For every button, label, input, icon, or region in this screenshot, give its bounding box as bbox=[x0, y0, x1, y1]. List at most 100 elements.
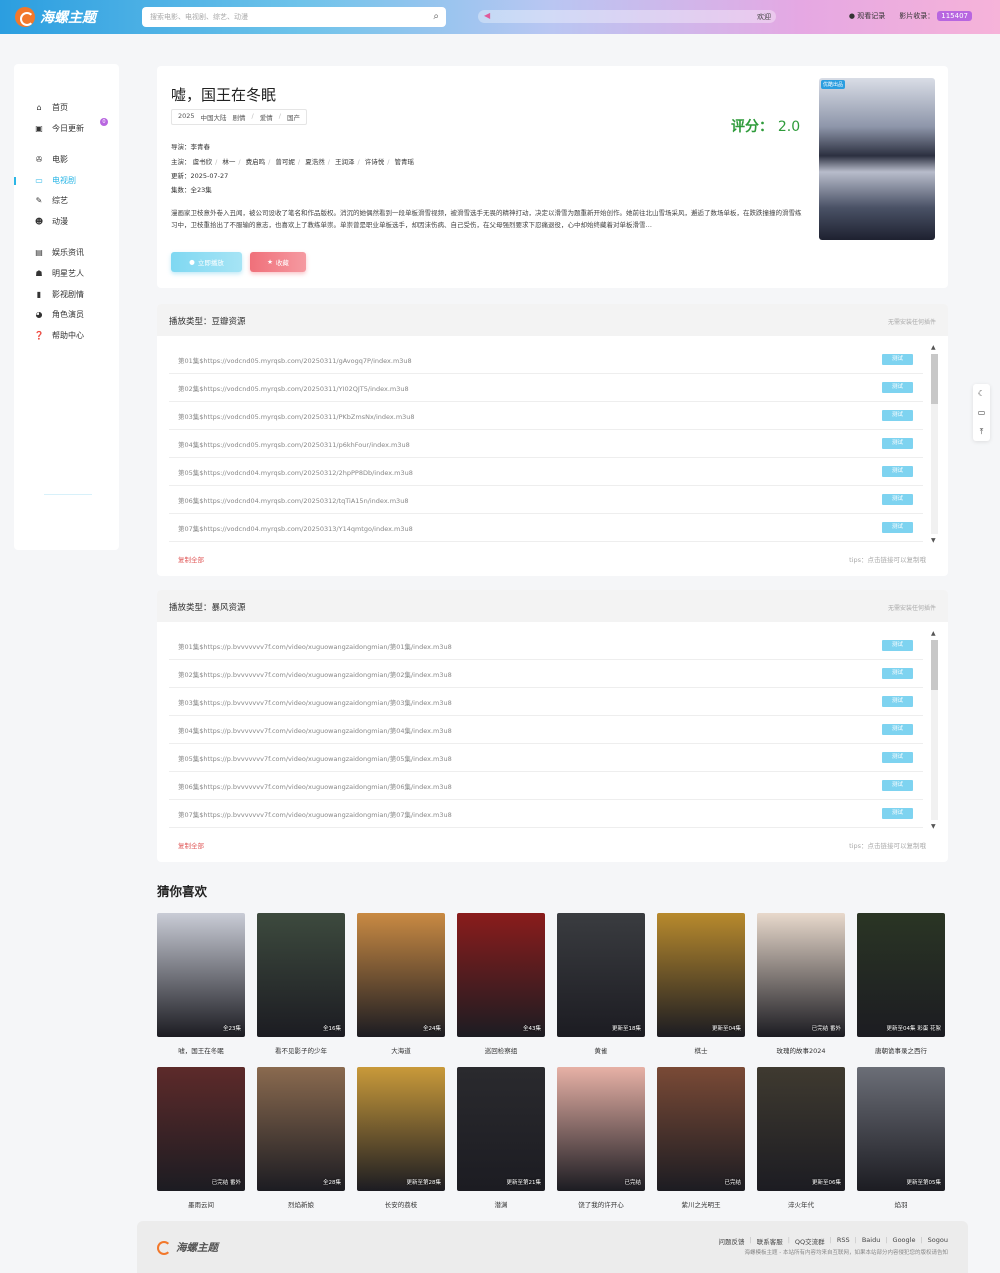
movie-title[interactable]: 墨雨云间 bbox=[157, 1199, 245, 1209]
sidebar-item-movie[interactable]: ✇ 电影 bbox=[34, 154, 68, 165]
episode-row[interactable]: 第02集$https://p.bvvvvvvv7f.com/video/xugu… bbox=[169, 660, 923, 688]
test-button[interactable]: 测试 bbox=[882, 438, 913, 449]
episode-link[interactable]: 第07集$https://vodcnd04.myrqsb.com/2025031… bbox=[178, 523, 413, 533]
test-button[interactable]: 测试 bbox=[882, 752, 913, 763]
tag-genre[interactable]: 剧情 bbox=[233, 112, 246, 122]
sidebar-item-plot[interactable]: ▮ 影视剧情 bbox=[34, 289, 84, 300]
movie-card[interactable]: 已完结 番外玫瑰的故事2024 bbox=[757, 913, 845, 1055]
cast-member[interactable]: 管青瑶 bbox=[395, 158, 415, 166]
movie-title[interactable]: 饶了我的许开心 bbox=[557, 1199, 645, 1209]
movie-title[interactable]: 巡回检察组 bbox=[457, 1045, 545, 1055]
tag-area[interactable]: 中国大陆 bbox=[201, 112, 227, 122]
movie-card[interactable]: 已完结 紫川之光明王 bbox=[657, 1067, 745, 1209]
movie-title[interactable]: 淬火年代 bbox=[757, 1199, 845, 1209]
movie-title[interactable]: 大海道 bbox=[357, 1045, 445, 1055]
episode-link[interactable]: 第01集$https://vodcnd05.myrqsb.com/2025031… bbox=[178, 355, 412, 365]
episode-link[interactable]: 第06集$https://vodcnd04.myrqsb.com/2025031… bbox=[178, 495, 408, 505]
cast-member[interactable]: 虞书欣 bbox=[193, 158, 213, 166]
movie-poster[interactable]: 已完结 bbox=[657, 1067, 745, 1191]
footer-link[interactable]: Sogou bbox=[928, 1236, 948, 1246]
episode-row[interactable]: 第05集$https://vodcnd04.myrqsb.com/2025031… bbox=[169, 458, 923, 486]
play-button[interactable]: ● 立即播放 bbox=[171, 252, 242, 272]
footer-link[interactable]: RSS bbox=[837, 1236, 850, 1246]
episode-link[interactable]: 第02集$https://vodcnd05.myrqsb.com/2025031… bbox=[178, 383, 409, 393]
cast-member[interactable]: 许诗悦 bbox=[365, 158, 385, 166]
movie-card[interactable]: 更新至04集 棋士 bbox=[657, 913, 745, 1055]
cast-member[interactable]: 林一 bbox=[222, 158, 235, 166]
movie-title[interactable]: 烈焰新娘 bbox=[257, 1199, 345, 1209]
movie-card[interactable]: 更新至第21集 潜渊 bbox=[457, 1067, 545, 1209]
history-link[interactable]: ● 观看记录 bbox=[849, 11, 885, 21]
sidebar-item-home[interactable]: ⌂ 首页 bbox=[34, 102, 68, 113]
movie-card[interactable]: 全23集嘘，国王在冬眠 bbox=[157, 913, 245, 1055]
cast-member[interactable]: 夏浩然 bbox=[305, 158, 325, 166]
test-button[interactable]: 测试 bbox=[882, 724, 913, 735]
movie-card[interactable]: 更新至18集 黄雀 bbox=[557, 913, 645, 1055]
test-button[interactable]: 测试 bbox=[882, 382, 913, 393]
episode-row[interactable]: 第03集$https://vodcnd05.myrqsb.com/2025031… bbox=[169, 402, 923, 430]
movie-title[interactable]: 长安的荔枝 bbox=[357, 1199, 445, 1209]
test-button[interactable]: 测试 bbox=[882, 668, 913, 679]
footer-link[interactable]: Baidu bbox=[862, 1236, 881, 1246]
test-button[interactable]: 测试 bbox=[882, 410, 913, 421]
movie-title[interactable]: 看不见影子的少年 bbox=[257, 1045, 345, 1055]
footer-link[interactable]: 问题反馈 bbox=[719, 1236, 745, 1246]
episode-link[interactable]: 第04集$https://p.bvvvvvvv7f.com/video/xugu… bbox=[178, 725, 452, 735]
sidebar-item-stars[interactable]: ☗ 明星艺人 bbox=[34, 268, 84, 279]
scrollbar[interactable]: ▲ ▼ bbox=[929, 630, 939, 830]
test-button[interactable]: 测试 bbox=[882, 696, 913, 707]
scroll-thumb[interactable] bbox=[931, 354, 938, 404]
movie-card[interactable]: 已完结 饶了我的许开心 bbox=[557, 1067, 645, 1209]
episode-link[interactable]: 第01集$https://p.bvvvvvvv7f.com/video/xugu… bbox=[178, 641, 452, 651]
sidebar-item-tv[interactable]: ▭ 电视剧 bbox=[34, 175, 76, 186]
cast-member[interactable]: 王润泽 bbox=[335, 158, 355, 166]
episode-row[interactable]: 第07集$https://p.bvvvvvvv7f.com/video/xugu… bbox=[169, 800, 923, 828]
episode-link[interactable]: 第07集$https://p.bvvvvvvv7f.com/video/xugu… bbox=[178, 809, 452, 819]
tag-year[interactable]: 2025 bbox=[178, 112, 195, 122]
movie-card[interactable]: 全16集看不见影子的少年 bbox=[257, 913, 345, 1055]
copy-all-link[interactable]: 复制全部 bbox=[178, 554, 204, 564]
back-to-top-icon[interactable]: ⤒ bbox=[973, 422, 990, 441]
movie-title[interactable]: 嘘，国王在冬眠 bbox=[157, 1045, 245, 1055]
movie-poster[interactable]: 全16集 bbox=[257, 913, 345, 1037]
episode-link[interactable]: 第03集$https://p.bvvvvvvv7f.com/video/xugu… bbox=[178, 697, 452, 707]
episode-row[interactable]: 第07集$https://vodcnd04.myrqsb.com/2025031… bbox=[169, 514, 923, 542]
tag-genre[interactable]: 国产 bbox=[287, 112, 300, 122]
movie-card[interactable]: 更新至04集 彩蛋 花絮 唐朝诡事录之西行 bbox=[857, 913, 945, 1055]
test-button[interactable]: 测试 bbox=[882, 522, 913, 533]
movie-title[interactable]: 焰羽 bbox=[857, 1199, 945, 1209]
moon-icon[interactable]: ☾ bbox=[973, 384, 990, 403]
episode-row[interactable]: 第06集$https://vodcnd04.myrqsb.com/2025031… bbox=[169, 486, 923, 514]
favorite-button[interactable]: ★ 收藏 bbox=[250, 252, 306, 272]
test-button[interactable]: 测试 bbox=[882, 494, 913, 505]
episode-row[interactable]: 第04集$https://p.bvvvvvvv7f.com/video/xugu… bbox=[169, 716, 923, 744]
movie-card[interactable]: 已完结 番外墨雨云间 bbox=[157, 1067, 245, 1209]
scroll-down-icon[interactable]: ▼ bbox=[931, 537, 936, 544]
movie-card[interactable]: 全24集 大海道 bbox=[357, 913, 445, 1055]
episode-row[interactable]: 第06集$https://p.bvvvvvvv7f.com/video/xugu… bbox=[169, 772, 923, 800]
movie-card[interactable]: 全43集 巡回检察组 bbox=[457, 913, 545, 1055]
movie-card[interactable]: 更新至第28集长安的荔枝 bbox=[357, 1067, 445, 1209]
movie-card[interactable]: 全28集烈焰新娘 bbox=[257, 1067, 345, 1209]
movie-title[interactable]: 唐朝诡事录之西行 bbox=[857, 1045, 945, 1055]
movie-poster[interactable]: 已完结 番外 bbox=[157, 1067, 245, 1191]
episode-link[interactable]: 第04集$https://vodcnd05.myrqsb.com/2025031… bbox=[178, 439, 410, 449]
movie-poster[interactable]: 全28集 bbox=[257, 1067, 345, 1191]
test-button[interactable]: 测试 bbox=[882, 808, 913, 819]
search-icon[interactable]: ⌕ bbox=[433, 11, 439, 22]
director-name[interactable]: 李青春 bbox=[191, 143, 211, 151]
episode-link[interactable]: 第06集$https://p.bvvvvvvv7f.com/video/xugu… bbox=[178, 781, 452, 791]
movie-poster[interactable]: 更新至第28集 bbox=[357, 1067, 445, 1191]
movie-title[interactable]: 紫川之光明王 bbox=[657, 1199, 745, 1209]
episode-link[interactable]: 第05集$https://vodcnd04.myrqsb.com/2025031… bbox=[178, 467, 413, 477]
scroll-up-icon[interactable]: ▲ bbox=[931, 344, 936, 351]
footer-link[interactable]: QQ交流群 bbox=[795, 1236, 825, 1246]
copy-all-link[interactable]: 复制全部 bbox=[178, 840, 204, 850]
movie-poster[interactable]: 已完结 番外 bbox=[757, 913, 845, 1037]
movie-title[interactable]: 潜渊 bbox=[457, 1199, 545, 1209]
movie-card[interactable]: 更新至第05集 焰羽 bbox=[857, 1067, 945, 1209]
movie-title[interactable]: 玫瑰的故事2024 bbox=[757, 1045, 845, 1055]
episode-link[interactable]: 第02集$https://p.bvvvvvvv7f.com/video/xugu… bbox=[178, 669, 452, 679]
sidebar-item-anime[interactable]: ☻ 动漫 bbox=[34, 216, 68, 227]
movie-poster[interactable]: 全23集 bbox=[157, 913, 245, 1037]
